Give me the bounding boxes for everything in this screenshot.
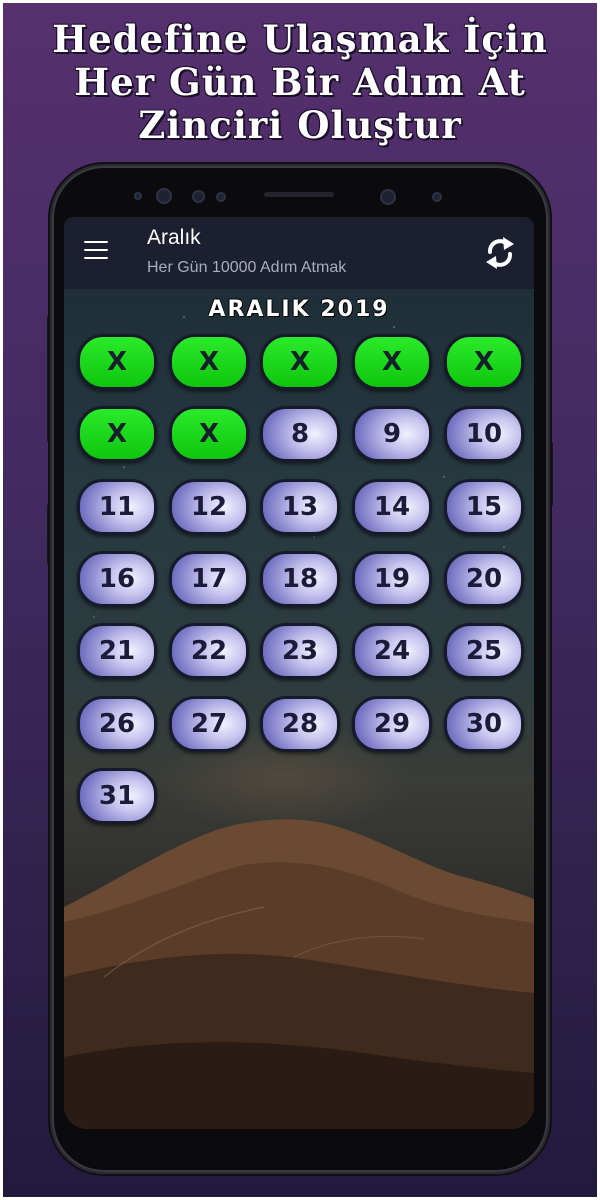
calendar-grid: X X X X X X X 8 9 10 11 12 13 14 15 16 17 18 19 20 21 22 23 24 2… — [64, 217, 534, 1129]
day-cell-completed[interactable]: X — [444, 334, 524, 390]
sensor-dot-icon — [432, 192, 442, 202]
phone-power-button — [548, 442, 553, 506]
headline-line-1: Hedefine Ulaşmak İçin — [52, 17, 548, 61]
day-cell[interactable]: 11 — [77, 479, 157, 535]
day-cell[interactable]: 13 — [260, 479, 340, 535]
sensor-dot-icon — [134, 192, 142, 200]
day-cell[interactable]: 15 — [444, 479, 524, 535]
day-cell[interactable]: 12 — [169, 479, 249, 535]
day-cell[interactable]: 25 — [444, 623, 524, 679]
day-cell[interactable]: 23 — [260, 623, 340, 679]
day-cell[interactable]: 22 — [169, 623, 249, 679]
day-cell-completed[interactable]: X — [77, 406, 157, 462]
day-cell[interactable]: 30 — [444, 696, 524, 752]
day-cell[interactable]: 10 — [444, 406, 524, 462]
day-cell[interactable]: 26 — [77, 696, 157, 752]
day-cell[interactable]: 21 — [77, 623, 157, 679]
day-cell[interactable]: 16 — [77, 551, 157, 607]
day-cell[interactable]: 24 — [352, 623, 432, 679]
front-camera-icon — [156, 188, 172, 204]
front-camera-icon — [380, 189, 396, 205]
day-cell-completed[interactable]: X — [169, 406, 249, 462]
day-cell-completed[interactable]: X — [169, 334, 249, 390]
day-cell[interactable]: 31 — [77, 768, 157, 824]
sensor-dot-icon — [192, 190, 205, 203]
day-cell[interactable]: 17 — [169, 551, 249, 607]
day-cell[interactable]: 28 — [260, 696, 340, 752]
day-cell[interactable]: 27 — [169, 696, 249, 752]
day-cell[interactable]: 18 — [260, 551, 340, 607]
day-cell-completed[interactable]: X — [77, 334, 157, 390]
headline-line-3: Zinciri Oluştur — [138, 103, 462, 147]
promo-headline: Hedefine Ulaşmak İçin Her Gün Bir Adım A… — [0, 18, 600, 147]
day-cell-completed[interactable]: X — [352, 334, 432, 390]
day-cell[interactable]: 9 — [352, 406, 432, 462]
earpiece-speaker — [264, 192, 334, 197]
day-cell[interactable]: 19 — [352, 551, 432, 607]
day-cell[interactable]: 14 — [352, 479, 432, 535]
day-cell[interactable]: 8 — [260, 406, 340, 462]
sensor-dot-icon — [216, 192, 226, 202]
day-cell-completed[interactable]: X — [260, 334, 340, 390]
day-cell[interactable]: 29 — [352, 696, 432, 752]
headline-line-2: Her Gün Bir Adım At — [74, 60, 526, 104]
day-cell[interactable]: 20 — [444, 551, 524, 607]
app-screen: Aralık Her Gün 10000 Adım Atmak ARALIK 2… — [64, 217, 534, 1129]
